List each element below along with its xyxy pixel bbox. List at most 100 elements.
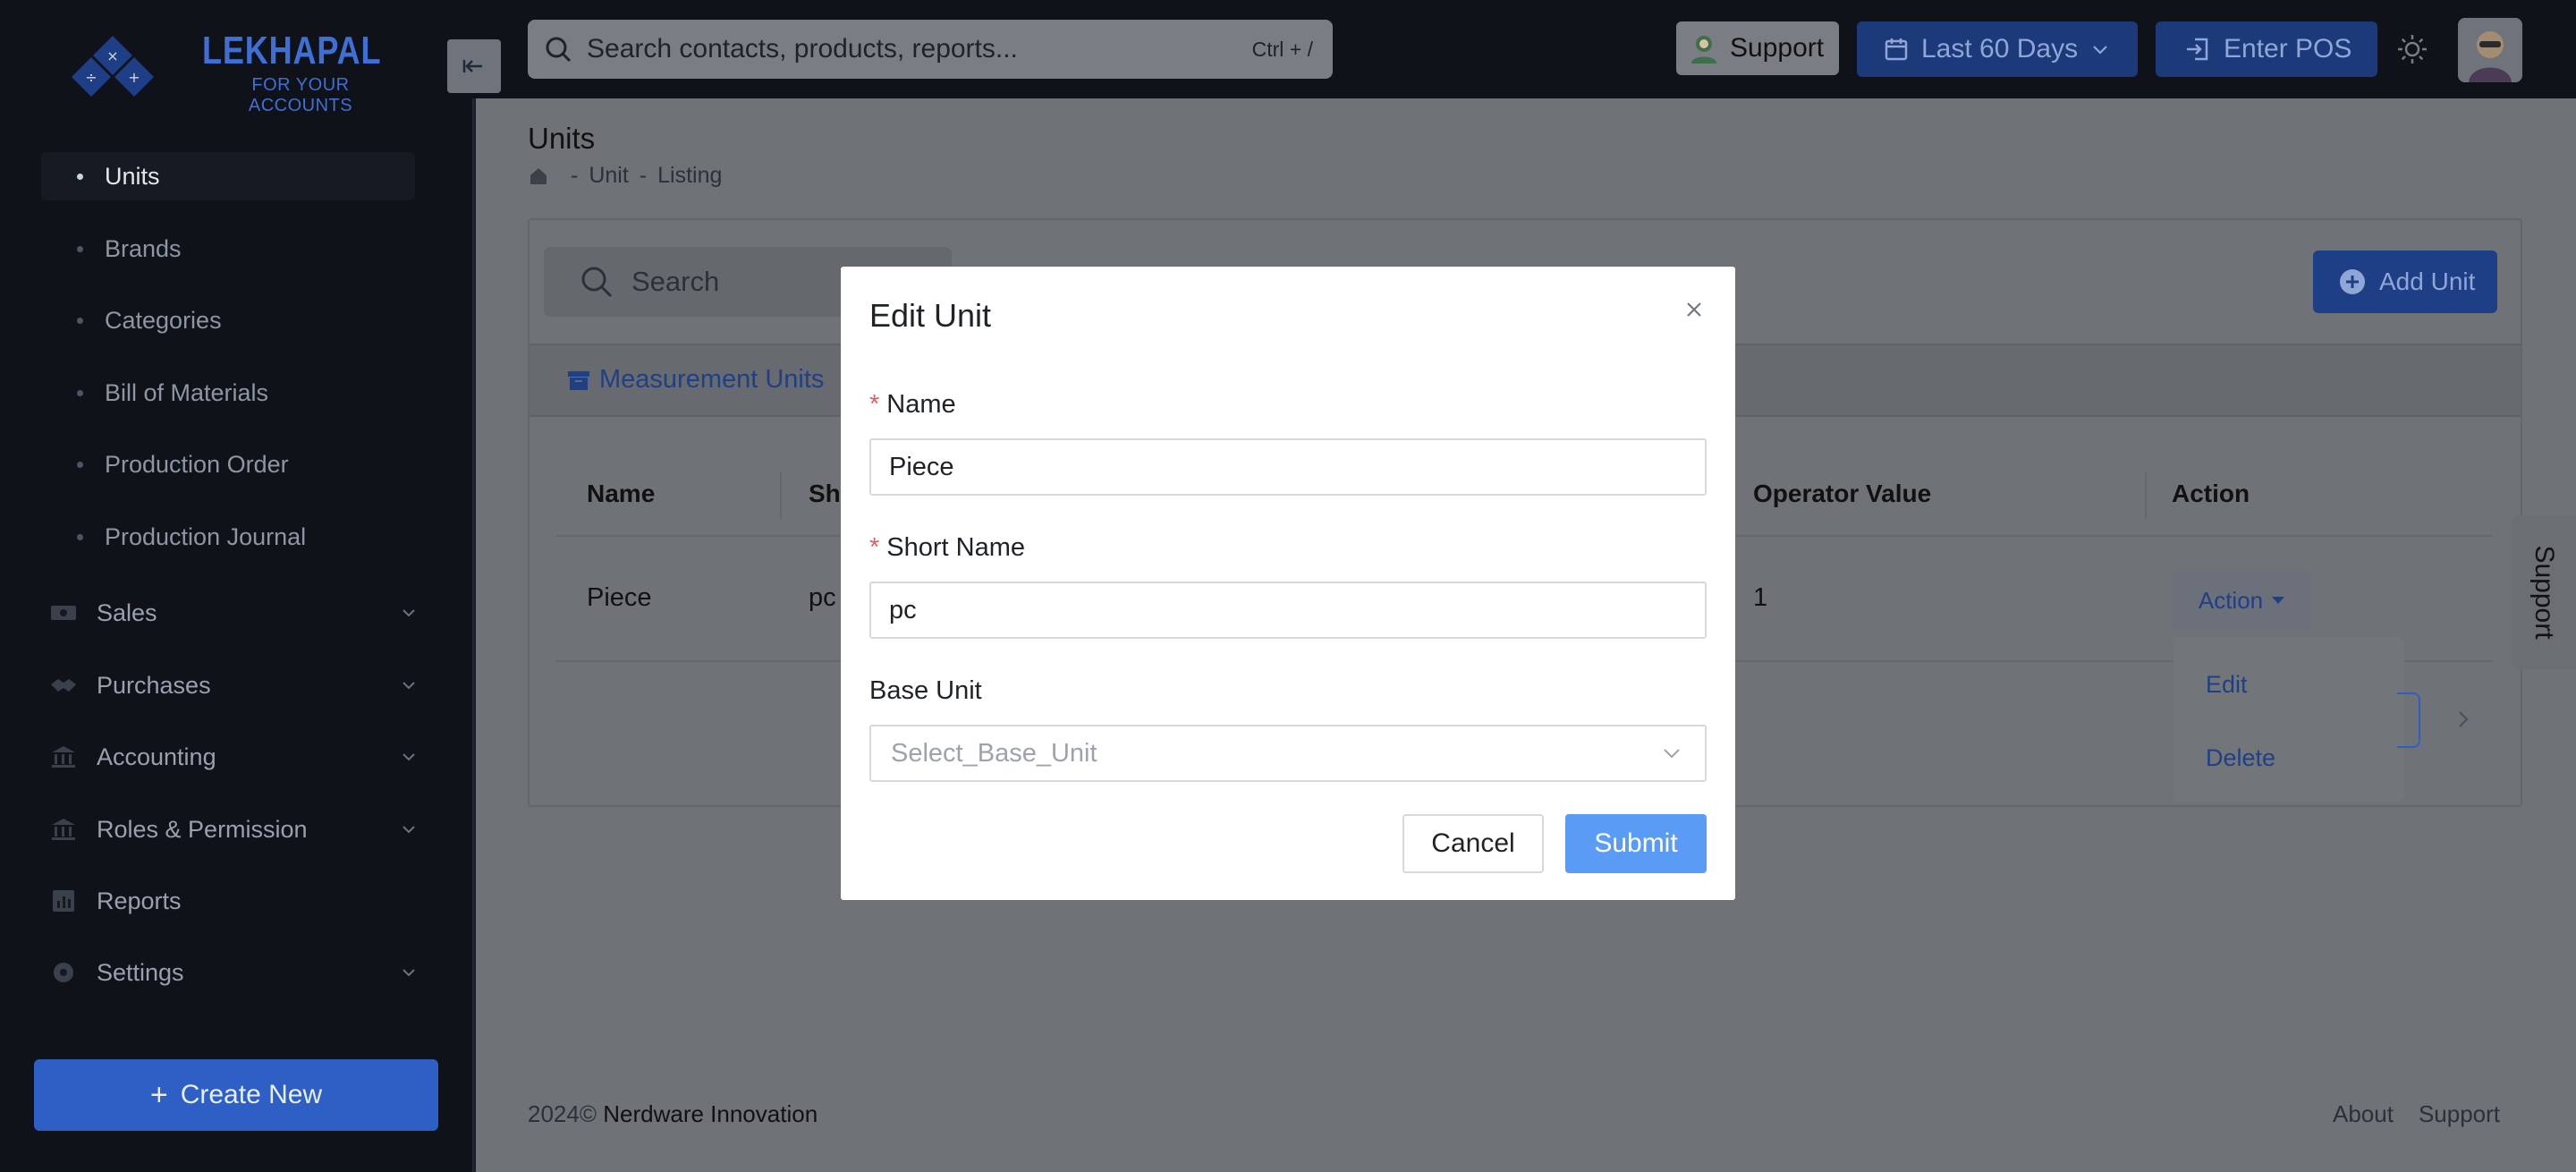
chevron-down-icon bbox=[402, 969, 415, 977]
add-unit-button[interactable]: Add Unit bbox=[2313, 251, 2497, 313]
date-range-dropdown[interactable]: Last 60 Days bbox=[1857, 21, 2138, 77]
row-action-label: Action bbox=[2198, 586, 2264, 614]
bullet-icon bbox=[77, 389, 83, 396]
action-menu-delete[interactable]: Delete bbox=[2206, 744, 2275, 772]
support-button[interactable]: Support bbox=[1676, 21, 1839, 75]
footer-copyright: 2024© Nerdware Innovation bbox=[528, 1100, 818, 1128]
base-unit-select[interactable]: Select_Base_Unit bbox=[869, 725, 1707, 782]
close-icon[interactable] bbox=[1678, 293, 1710, 326]
brand[interactable]: × ÷ + LEKHAPAL FOR YOUR ACCOUNTS bbox=[0, 0, 474, 115]
sidebar-item-label: Bill of Materials bbox=[105, 378, 269, 406]
cell-short-name: pc bbox=[809, 583, 836, 612]
breadcrumb: - Unit - Listing bbox=[528, 163, 722, 189]
create-new-button[interactable]: + Create New bbox=[34, 1059, 438, 1131]
chevron-down-icon bbox=[402, 682, 415, 690]
sidebar-item-production-order[interactable]: Production Order bbox=[41, 440, 415, 488]
archive-icon bbox=[568, 370, 589, 390]
short-name-input[interactable] bbox=[869, 582, 1707, 639]
breadcrumb-listing: Listing bbox=[657, 163, 723, 188]
bank-icon bbox=[48, 817, 79, 842]
create-new-label: Create New bbox=[180, 1080, 323, 1109]
chevron-right-icon[interactable] bbox=[2453, 709, 2474, 730]
sidebar-group-accounting[interactable]: Accounting bbox=[41, 729, 426, 785]
bullet-icon bbox=[77, 461, 83, 468]
sidebar-group-label: Accounting bbox=[97, 743, 216, 770]
column-header-short-name: Sh bbox=[809, 480, 841, 507]
plus-circle-icon bbox=[2340, 269, 2365, 294]
footer-company[interactable]: Nerdware Innovation bbox=[603, 1100, 818, 1127]
sidebar-item-bill-of-materials[interactable]: Bill of Materials bbox=[41, 369, 415, 417]
support-agent-icon bbox=[1691, 36, 1716, 64]
action-menu-edit[interactable]: Edit bbox=[2206, 671, 2248, 699]
bullet-icon bbox=[77, 245, 83, 252]
tab-measurement-units[interactable]: Measurement Units bbox=[567, 365, 824, 395]
user-avatar[interactable] bbox=[2458, 18, 2522, 82]
sidebar-item-units[interactable]: Units bbox=[41, 152, 415, 200]
sidebar-group-purchases[interactable]: Purchases bbox=[41, 658, 426, 713]
sidebar-item-brands[interactable]: Brands bbox=[41, 225, 415, 273]
bullet-icon bbox=[77, 533, 83, 540]
tab-measurement-units-label: Measurement Units bbox=[599, 365, 825, 394]
name-field-label: * Name bbox=[869, 390, 956, 419]
column-header-name: Name bbox=[587, 480, 656, 507]
plus-icon: + bbox=[149, 1077, 168, 1112]
required-marker: * bbox=[869, 390, 880, 419]
row-action-dropdown[interactable]: Action bbox=[2172, 571, 2311, 630]
collapse-sidebar-button[interactable] bbox=[447, 39, 501, 93]
login-icon bbox=[2187, 38, 2208, 61]
enter-pos-label: Enter POS bbox=[2224, 34, 2352, 64]
svg-text:+: + bbox=[128, 69, 140, 86]
footer-year: 2024© bbox=[528, 1100, 597, 1127]
support-side-tab-label: Support bbox=[2529, 545, 2559, 640]
cell-name: Piece bbox=[587, 583, 652, 612]
cash-icon bbox=[48, 600, 79, 625]
theme-toggle-sun-icon[interactable] bbox=[2395, 32, 2429, 66]
cancel-button[interactable]: Cancel bbox=[1402, 814, 1544, 873]
search-icon bbox=[546, 37, 572, 63]
caret-down-icon bbox=[2272, 597, 2285, 604]
brand-tagline: FOR YOUR ACCOUNTS bbox=[248, 75, 353, 115]
breadcrumb-unit[interactable]: Unit bbox=[589, 163, 628, 189]
svg-text:÷: ÷ bbox=[85, 69, 97, 86]
sidebar-item-label: Production Journal bbox=[105, 522, 307, 550]
sidebar-item-categories[interactable]: Categories bbox=[41, 296, 415, 344]
footer-link-support[interactable]: Support bbox=[2419, 1100, 2500, 1128]
logo-icon: × ÷ + bbox=[72, 36, 154, 97]
enter-pos-button[interactable]: Enter POS bbox=[2156, 21, 2377, 77]
edit-unit-modal: Edit Unit *Name *Short Name Base Unit Se… bbox=[841, 267, 1735, 900]
bullet-icon bbox=[77, 317, 83, 324]
action-menu: Edit Delete bbox=[2174, 637, 2404, 802]
base-unit-field-label: Base Unit bbox=[869, 676, 982, 705]
sidebar-group-reports[interactable]: Reports bbox=[41, 873, 426, 929]
sidebar-item-label: Units bbox=[105, 162, 160, 190]
pagination-page-button[interactable] bbox=[2397, 692, 2420, 748]
submit-button[interactable]: Submit bbox=[1565, 814, 1707, 873]
sidebar-item-label: Brands bbox=[105, 234, 182, 262]
arrow-left-icon bbox=[462, 60, 482, 72]
sidebar-group-label: Purchases bbox=[97, 671, 211, 699]
sidebar-group-sales[interactable]: Sales bbox=[41, 585, 426, 641]
support-side-tab[interactable]: Support bbox=[2512, 515, 2576, 669]
avatar-icon bbox=[2458, 18, 2522, 82]
global-search[interactable]: Ctrl + / bbox=[528, 20, 1333, 79]
sidebar-group-roles-permission[interactable]: Roles & Permission bbox=[41, 802, 426, 857]
breadcrumb-separator: - bbox=[639, 163, 648, 188]
chevron-down-icon bbox=[2093, 46, 2107, 55]
sidebar-item-label: Production Order bbox=[105, 450, 289, 478]
bank-icon bbox=[48, 744, 79, 769]
home-icon[interactable] bbox=[528, 166, 549, 187]
column-header-action: Action bbox=[2172, 480, 2250, 507]
sidebar-group-label: Settings bbox=[97, 958, 184, 986]
required-marker: * bbox=[869, 533, 880, 562]
sidebar-group-label: Reports bbox=[97, 887, 182, 914]
svg-text:×: × bbox=[106, 47, 118, 64]
sidebar-item-production-journal[interactable]: Production Journal bbox=[41, 513, 415, 561]
sidebar: × ÷ + LEKHAPAL FOR YOUR ACCOUNTS Units B… bbox=[0, 0, 474, 1172]
sidebar-group-settings[interactable]: Settings bbox=[41, 945, 426, 1000]
gear-icon bbox=[48, 960, 79, 985]
global-search-input[interactable] bbox=[587, 34, 1252, 64]
footer-link-about[interactable]: About bbox=[2333, 1100, 2394, 1128]
handshake-icon bbox=[48, 673, 79, 698]
name-input[interactable] bbox=[869, 438, 1707, 496]
search-shortcut-hint: Ctrl + / bbox=[1251, 37, 1313, 61]
